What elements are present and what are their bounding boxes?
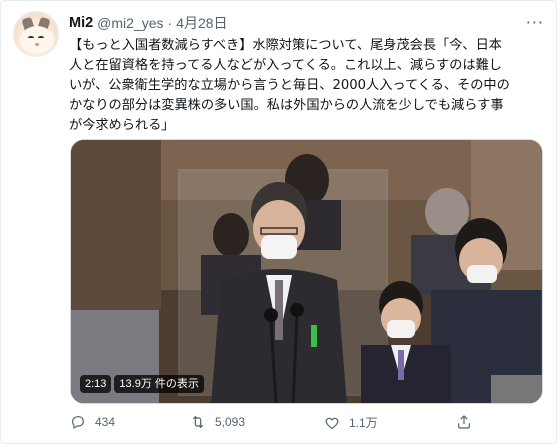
like-count: 1.1万	[349, 416, 378, 430]
reply-count: 434	[95, 415, 116, 429]
avatar[interactable]	[13, 11, 59, 57]
reply-button[interactable]: 434	[70, 414, 115, 430]
reply-icon	[72, 416, 84, 430]
more-icon[interactable]: ···	[526, 13, 544, 32]
video-duration: 2:13	[80, 375, 112, 393]
author-name[interactable]: Mi2	[69, 15, 93, 31]
tweet-text: 【もっと入国者数減らすべき】水際対策について、尾身茂会長「今、日本 人と在留資格…	[69, 38, 510, 133]
avatar-mouth	[35, 43, 39, 46]
avatar-eye-left	[28, 36, 34, 39]
video-badges: 2:13 13.9万 件の表示	[80, 375, 204, 393]
video-views: 13.9万 件の表示	[114, 375, 204, 393]
avatar-eye-right	[38, 36, 44, 39]
retweet-icon	[192, 415, 204, 429]
tweet-date[interactable]: 4月28日	[176, 13, 227, 33]
separator-dot: ·	[167, 15, 173, 31]
video-frame	[71, 140, 542, 403]
like-button[interactable]: 1.1万	[324, 414, 378, 431]
like-icon	[325, 417, 339, 429]
avatar-face	[20, 26, 54, 54]
retweet-count: 5,093	[215, 415, 246, 429]
author-handle[interactable]: @mi2_yes	[97, 15, 163, 31]
share-button[interactable]	[456, 414, 472, 430]
share-icon	[458, 415, 470, 429]
tweet-card[interactable]: Mi2 @mi2_yes · 4月28日 ··· 【もっと入国者数減らすべき】水…	[0, 0, 557, 444]
action-bar: 434 5,093 1.1万	[70, 414, 540, 436]
tweet-header: Mi2 @mi2_yes · 4月28日	[69, 13, 228, 33]
retweet-button[interactable]: 5,093	[190, 414, 245, 430]
video-player[interactable]	[70, 139, 543, 404]
